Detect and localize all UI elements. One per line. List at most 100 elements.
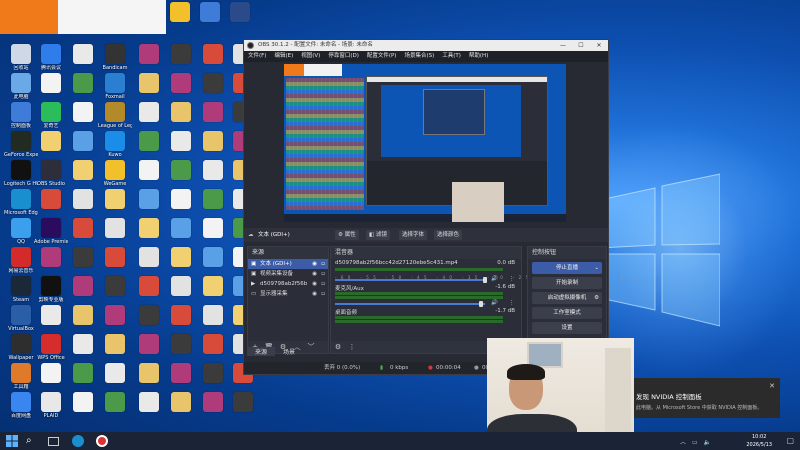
desktop-icon[interactable]: 百度网盘	[4, 392, 38, 419]
desktop-file-icon[interactable]	[132, 305, 166, 326]
desktop-file-icon[interactable]	[164, 102, 198, 123]
menu-profile[interactable]: 配置文件(P)	[363, 51, 401, 62]
desktop-file-icon[interactable]	[164, 218, 198, 239]
desktop-file-icon[interactable]	[98, 247, 132, 268]
menu-file[interactable]: 文件(F)	[244, 51, 270, 62]
desktop-file-icon[interactable]	[66, 392, 100, 413]
desktop-icon[interactable]: WPS Office	[34, 334, 68, 361]
lock-icon[interactable]: ▫	[321, 279, 325, 289]
desktop-icon[interactable]: Adobe Premiere	[34, 218, 68, 245]
start-virtual-camera-button[interactable]: 启动虚拟摄像机 ⚙	[532, 292, 602, 304]
menu-docks[interactable]: 停靠窗口(D)	[324, 51, 363, 62]
desktop-file-icon[interactable]	[196, 305, 230, 326]
obs-taskbar-icon[interactable]	[96, 435, 108, 447]
desktop-file-icon[interactable]	[164, 73, 198, 94]
search-icon[interactable]: ⌕	[26, 435, 38, 447]
desktop-file-icon[interactable]	[98, 305, 132, 326]
desktop-file-icon[interactable]	[196, 73, 230, 94]
tab-sources[interactable]: 来源	[247, 347, 276, 356]
desktop-file-icon[interactable]	[164, 334, 198, 355]
menu-scene-collection[interactable]: 场景集合(S)	[400, 51, 438, 62]
menu-edit[interactable]: 编辑(E)	[270, 51, 297, 62]
obs-preview-canvas[interactable]	[284, 64, 566, 222]
chevron-up-icon[interactable]: ︿	[680, 439, 686, 446]
desktop-file-icon[interactable]	[98, 276, 132, 297]
desktop-icon[interactable]: Steam	[4, 276, 38, 303]
desktop-icon[interactable]	[193, 2, 227, 22]
volume-icon[interactable]: 🔈	[704, 439, 711, 446]
desktop-icon[interactable]: 爱奇艺	[34, 102, 68, 129]
desktop-file-icon[interactable]	[132, 73, 166, 94]
desktop-icon[interactable]: 剪映专业版	[34, 276, 68, 303]
gear-icon[interactable]: ⚙	[331, 341, 345, 353]
desktop-icon[interactable]: 此电脑	[4, 73, 38, 100]
desktop-file-icon[interactable]	[98, 363, 132, 384]
desktop-file-icon[interactable]	[98, 189, 132, 210]
desktop-file-icon[interactable]	[196, 334, 230, 355]
gear-icon[interactable]: ⚙	[594, 292, 599, 304]
properties-button[interactable]: ⚙ 属性	[335, 230, 359, 240]
desktop-icon[interactable]: 网易云音乐	[4, 247, 38, 274]
desktop-file-icon[interactable]	[132, 160, 166, 181]
arrow-down-icon[interactable]: ﹀	[304, 341, 318, 353]
filters-button[interactable]: ◧ 滤镜	[366, 230, 390, 240]
lock-icon[interactable]: ▫	[321, 289, 325, 299]
desktop-file-icon[interactable]	[164, 247, 198, 268]
desktop-file-icon[interactable]	[132, 131, 166, 152]
desktop-file-icon[interactable]	[66, 247, 100, 268]
desktop-file-icon[interactable]	[196, 102, 230, 123]
desktop-file-icon[interactable]	[132, 392, 166, 413]
more-options-icon[interactable]: ⋮	[509, 300, 515, 306]
source-item[interactable]: ▣ 视频采集设备 ◉ ▫	[248, 269, 328, 279]
speaker-icon[interactable]: 🔊	[491, 300, 498, 306]
visibility-eye-icon[interactable]: ◉	[312, 279, 317, 289]
desktop-file-icon[interactable]	[164, 131, 198, 152]
source-item[interactable]: ▣ 文本 (GDI+) ◉ ▫	[248, 259, 328, 269]
visibility-eye-icon[interactable]: ◉	[312, 289, 317, 299]
desktop-file-icon[interactable]	[164, 305, 198, 326]
desktop-file-icon[interactable]	[196, 247, 230, 268]
desktop-file-icon[interactable]	[66, 44, 100, 65]
desktop-icon[interactable]: Bandicam	[98, 44, 132, 71]
network-icon[interactable]: ▭	[692, 439, 698, 446]
source-item[interactable]: ▶ d509798ab2f56b ◉ ▫	[248, 279, 328, 289]
desktop-file-icon[interactable]	[66, 102, 100, 123]
close-icon[interactable]: ✕	[769, 382, 775, 390]
volume-slider[interactable]	[335, 279, 485, 281]
desktop-file-icon[interactable]	[196, 44, 230, 65]
desktop-icon[interactable]: 腾讯会议	[34, 44, 68, 71]
desktop-file-icon[interactable]	[196, 363, 230, 384]
nvidia-notification[interactable]: ✕ 发现 NVIDIA 控制面板 此电脑。从 Microsoft Store 中…	[634, 378, 780, 418]
desktop-icon[interactable]: WeGame	[98, 160, 132, 187]
desktop-file-icon[interactable]	[164, 189, 198, 210]
desktop-file-icon[interactable]	[66, 160, 100, 181]
menu-view[interactable]: 视图(V)	[297, 51, 324, 62]
visibility-eye-icon[interactable]: ◉	[312, 259, 317, 269]
minimize-icon[interactable]: —	[554, 40, 572, 51]
desktop-file-icon[interactable]	[34, 189, 68, 210]
desktop-file-icon[interactable]	[34, 363, 68, 384]
desktop-icon[interactable]: League of Legends	[98, 102, 132, 129]
desktop-file-icon[interactable]	[164, 363, 198, 384]
tab-scenes[interactable]: 场景	[275, 347, 303, 356]
desktop-icon[interactable]: OBS Studio	[34, 160, 68, 187]
desktop-icon[interactable]: PLAID	[34, 392, 68, 419]
studio-mode-button[interactable]: 工作室模式	[532, 307, 602, 319]
close-icon[interactable]: ✕	[590, 40, 608, 51]
more-options-icon[interactable]: ⋮	[509, 276, 515, 282]
obs-title-bar[interactable]: OBS 30.1.2 - 配置文件: 未命名 - 场景: 未命名 — ☐ ✕	[244, 40, 608, 51]
desktop-icon[interactable]: Wallpaper	[4, 334, 38, 361]
desktop-file-icon[interactable]	[66, 131, 100, 152]
more-options-icon[interactable]: ⋮	[345, 341, 359, 353]
task-view-icon[interactable]	[48, 437, 59, 446]
lock-icon[interactable]: ▫	[321, 269, 325, 279]
desktop-file-icon[interactable]	[164, 160, 198, 181]
chevron-down-icon[interactable]: ⌄	[594, 262, 599, 274]
desktop-file-icon[interactable]	[132, 218, 166, 239]
desktop-icon[interactable]: Kuwo	[98, 131, 132, 158]
desktop-icon[interactable]: GeForce Experience	[4, 131, 38, 158]
desktop-icon[interactable]: QQ	[4, 218, 38, 245]
desktop-file-icon[interactable]	[226, 392, 260, 413]
menu-help[interactable]: 帮助(H)	[465, 51, 492, 62]
obs-window[interactable]: OBS 30.1.2 - 配置文件: 未命名 - 场景: 未命名 — ☐ ✕ 文…	[243, 39, 635, 375]
